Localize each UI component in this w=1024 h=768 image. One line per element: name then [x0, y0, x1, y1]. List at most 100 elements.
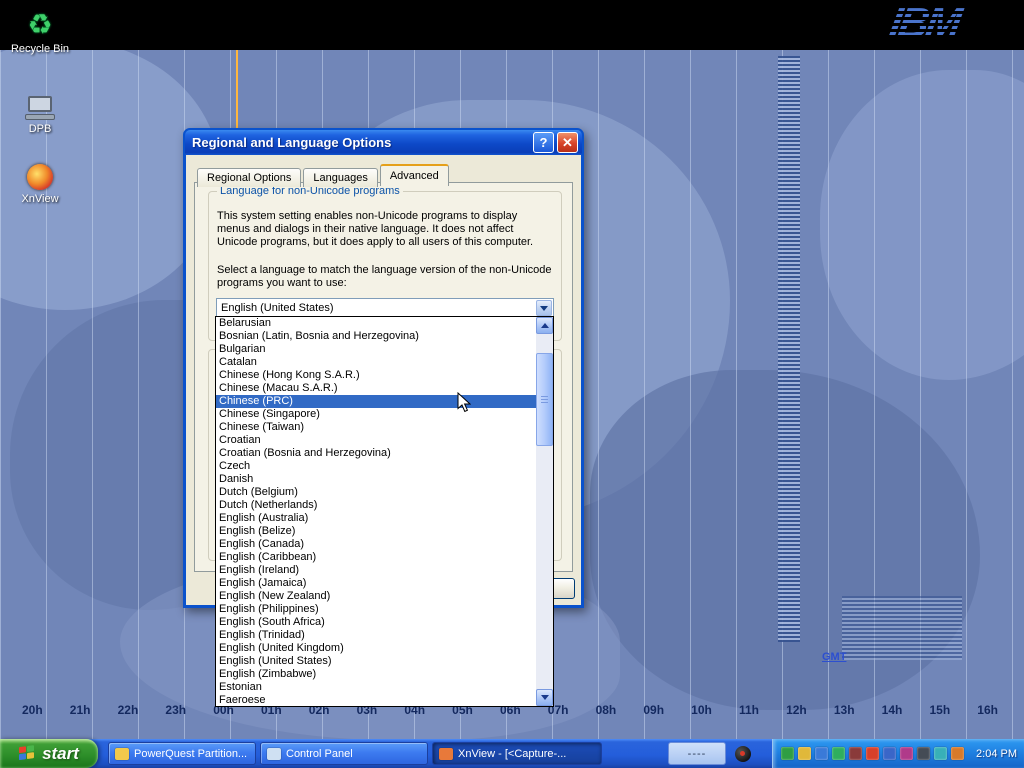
tray-network-icon[interactable] — [815, 747, 828, 760]
dialog-tabs: Regional OptionsLanguagesAdvanced — [197, 163, 451, 185]
tab[interactable]: Languages — [303, 168, 377, 187]
desktop-icon-xnview[interactable]: XnView — [4, 156, 76, 205]
dialog-titlebar[interactable]: Regional and Language Options ? ✕ — [185, 130, 582, 155]
language-option[interactable]: Czech — [216, 460, 536, 473]
laptop-icon — [25, 96, 55, 120]
language-option[interactable]: Chinese (Singapore) — [216, 408, 536, 421]
select-language-instruction: Select a language to match the language … — [217, 264, 553, 290]
language-option[interactable]: English (Ireland) — [216, 564, 536, 577]
taskbar-button-label: Control Panel — [286, 748, 353, 760]
language-option[interactable]: English (New Zealand) — [216, 590, 536, 603]
timezone-hour-label: 14h — [882, 703, 903, 717]
taskbar-toolbar-collapsed[interactable]: ---- — [668, 742, 726, 765]
help-button[interactable]: ? — [533, 132, 554, 153]
scrollbar-thumb[interactable] — [536, 353, 553, 446]
language-option[interactable]: Croatian — [216, 434, 536, 447]
timezone-hour-label: 10h — [691, 703, 712, 717]
control-panel-icon — [267, 748, 281, 760]
ibm-logo-stripes — [876, 2, 972, 46]
taskbar-button[interactable]: XnView - [<Capture-... — [432, 742, 602, 765]
language-option[interactable]: Chinese (Hong Kong S.A.R.) — [216, 369, 536, 382]
chevron-down-icon — [541, 695, 549, 704]
language-option[interactable]: Chinese (Taiwan) — [216, 421, 536, 434]
folder-icon — [115, 748, 129, 760]
language-option[interactable]: English (Philippines) — [216, 603, 536, 616]
taskbar-app-icon[interactable] — [735, 746, 751, 762]
combobox-value: English (United States) — [221, 302, 334, 314]
xnview-task-icon — [439, 748, 453, 760]
language-option[interactable]: Dutch (Belgium) — [216, 486, 536, 499]
tray-antivirus-icon[interactable] — [866, 747, 879, 760]
language-option[interactable]: Chinese (PRC) — [216, 395, 536, 408]
timezone-hour-label: 12h — [786, 703, 807, 717]
language-option[interactable]: Croatian (Bosnia and Herzegovina) — [216, 447, 536, 460]
desktop: GMT 20h21h22h23h00h01h02h03h04h05h06h07h… — [0, 0, 1024, 768]
language-option[interactable]: English (Australia) — [216, 512, 536, 525]
language-option[interactable]: English (Trinidad) — [216, 629, 536, 642]
timezone-hour-label: 08h — [596, 703, 617, 717]
timezone-hour-label: 21h — [70, 703, 91, 717]
language-option[interactable]: English (Belize) — [216, 525, 536, 538]
desktop-icon-recycle-bin[interactable]: ♻ Recycle Bin — [4, 6, 76, 55]
language-option[interactable]: Belarusian — [216, 317, 536, 330]
taskbar: start PowerQuest Partition... Control Pa… — [0, 739, 1024, 768]
timezone-hour-label: 20h — [22, 703, 43, 717]
timezone-hour-label: 13h — [834, 703, 855, 717]
language-option[interactable]: English (Zimbabwe) — [216, 668, 536, 681]
tray-firewall-icon[interactable] — [900, 747, 913, 760]
language-option[interactable]: English (United Kingdom) — [216, 642, 536, 655]
system-tray: 2:04 PM — [772, 739, 1024, 768]
tray-update-icon[interactable] — [832, 747, 845, 760]
language-options: BelarusianBosnian (Latin, Bosnia and Her… — [216, 317, 536, 707]
tab[interactable]: Advanced — [380, 164, 449, 186]
close-button[interactable]: ✕ — [557, 132, 578, 153]
timezone-marker-line — [236, 50, 238, 128]
chevron-up-icon — [541, 319, 549, 328]
dropdown-scrollbar[interactable] — [536, 317, 553, 706]
language-option[interactable]: English (South Africa) — [216, 616, 536, 629]
timezone-hour-label: 23h — [165, 703, 186, 717]
language-option[interactable]: Faeroese — [216, 694, 536, 707]
language-option[interactable]: English (Caribbean) — [216, 551, 536, 564]
tray-scheduler-icon[interactable] — [883, 747, 896, 760]
timezone-hour-label: 11h — [739, 703, 759, 717]
language-option[interactable]: English (Canada) — [216, 538, 536, 551]
language-option[interactable]: English (United States) — [216, 655, 536, 668]
language-option[interactable]: Danish — [216, 473, 536, 486]
language-combobox[interactable]: English (United States) — [216, 298, 554, 318]
scroll-down-button[interactable] — [536, 689, 553, 706]
tray-shield-icon[interactable] — [781, 747, 794, 760]
taskbar-button-label: PowerQuest Partition... — [134, 748, 247, 760]
timezone-hour-label: 09h — [643, 703, 664, 717]
desktop-icon-label: XnView — [4, 193, 76, 205]
timezone-hour-label: 16h — [977, 703, 998, 717]
tray-key-icon[interactable] — [798, 747, 811, 760]
language-option[interactable]: Chinese (Macau S.A.R.) — [216, 382, 536, 395]
timezone-hour-label: 22h — [118, 703, 139, 717]
language-option[interactable]: English (Jamaica) — [216, 577, 536, 590]
language-option[interactable]: Catalan — [216, 356, 536, 369]
tray-grid-icon[interactable] — [849, 747, 862, 760]
taskbar-button[interactable]: PowerQuest Partition... — [108, 742, 256, 765]
tray-power-icon[interactable] — [951, 747, 964, 760]
scroll-up-button[interactable] — [536, 317, 553, 334]
xnview-icon — [27, 164, 53, 190]
language-option[interactable]: Estonian — [216, 681, 536, 694]
language-option[interactable]: Bosnian (Latin, Bosnia and Herzegovina) — [216, 330, 536, 343]
desktop-icon-dpb[interactable]: DPB — [4, 86, 76, 135]
timezone-hatched-band — [778, 56, 800, 642]
desktop-icon-label: DPB — [4, 123, 76, 135]
mouse-cursor — [457, 392, 471, 419]
language-option[interactable]: Dutch (Netherlands) — [216, 499, 536, 512]
taskbar-clock[interactable]: 2:04 PM — [976, 748, 1017, 760]
taskbar-button-label: XnView - [<Capture-... — [458, 748, 566, 760]
combobox-dropdown-button[interactable] — [536, 300, 552, 316]
tab[interactable]: Regional Options — [197, 168, 301, 187]
taskbar-button[interactable]: Control Panel — [260, 742, 428, 765]
timezone-hatched-region — [842, 596, 962, 660]
tray-volume-icon[interactable] — [917, 747, 930, 760]
wallpaper-top-strip — [0, 0, 1024, 50]
language-option[interactable]: Bulgarian — [216, 343, 536, 356]
tray-messenger-icon[interactable] — [934, 747, 947, 760]
gmt-label: GMT — [822, 651, 846, 663]
